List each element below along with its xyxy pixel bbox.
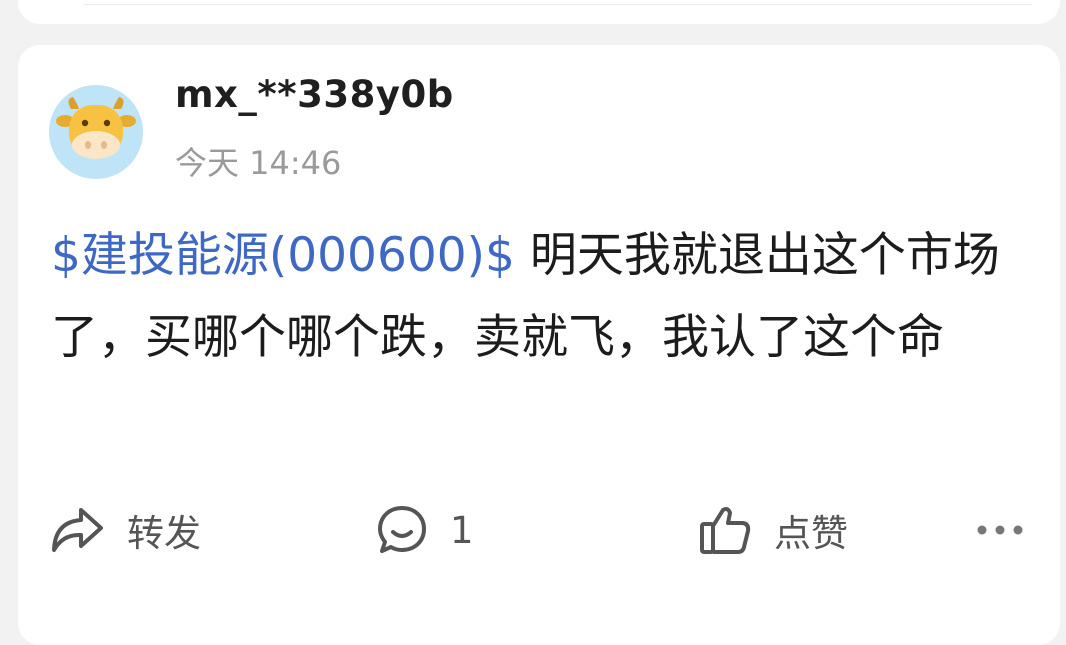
avatar[interactable] (49, 85, 143, 179)
share-arrow-icon (52, 508, 103, 552)
repost-label: 转发 (127, 512, 201, 555)
thumbs-up-icon (700, 507, 751, 554)
more-dots-icon (977, 525, 1023, 535)
chat-bubble-icon (378, 506, 426, 553)
cow-avatar-icon (56, 97, 136, 159)
repost-button[interactable]: 转发 (49, 500, 201, 560)
like-button[interactable]: 点赞 (698, 500, 848, 560)
more-button[interactable] (975, 500, 1025, 560)
previous-post-card (18, 0, 1060, 24)
comment-button[interactable]: 1 (376, 500, 474, 560)
post-time: 今天 14:46 (175, 144, 342, 182)
stock-tag-link[interactable]: $建投能源(000600)$ (51, 228, 515, 283)
comment-count: 1 (450, 508, 474, 552)
post-content: $建投能源(000600)$ 明天我就退出这个市场了，买哪个哪个跌，卖就飞，我认… (51, 215, 1036, 379)
like-label: 点赞 (774, 512, 848, 555)
divider (84, 4, 1032, 5)
username[interactable]: mx_**338y0b (175, 73, 454, 116)
post-card[interactable]: mx_**338y0b 今天 14:46 $建投能源(000600)$ 明天我就… (18, 45, 1060, 645)
